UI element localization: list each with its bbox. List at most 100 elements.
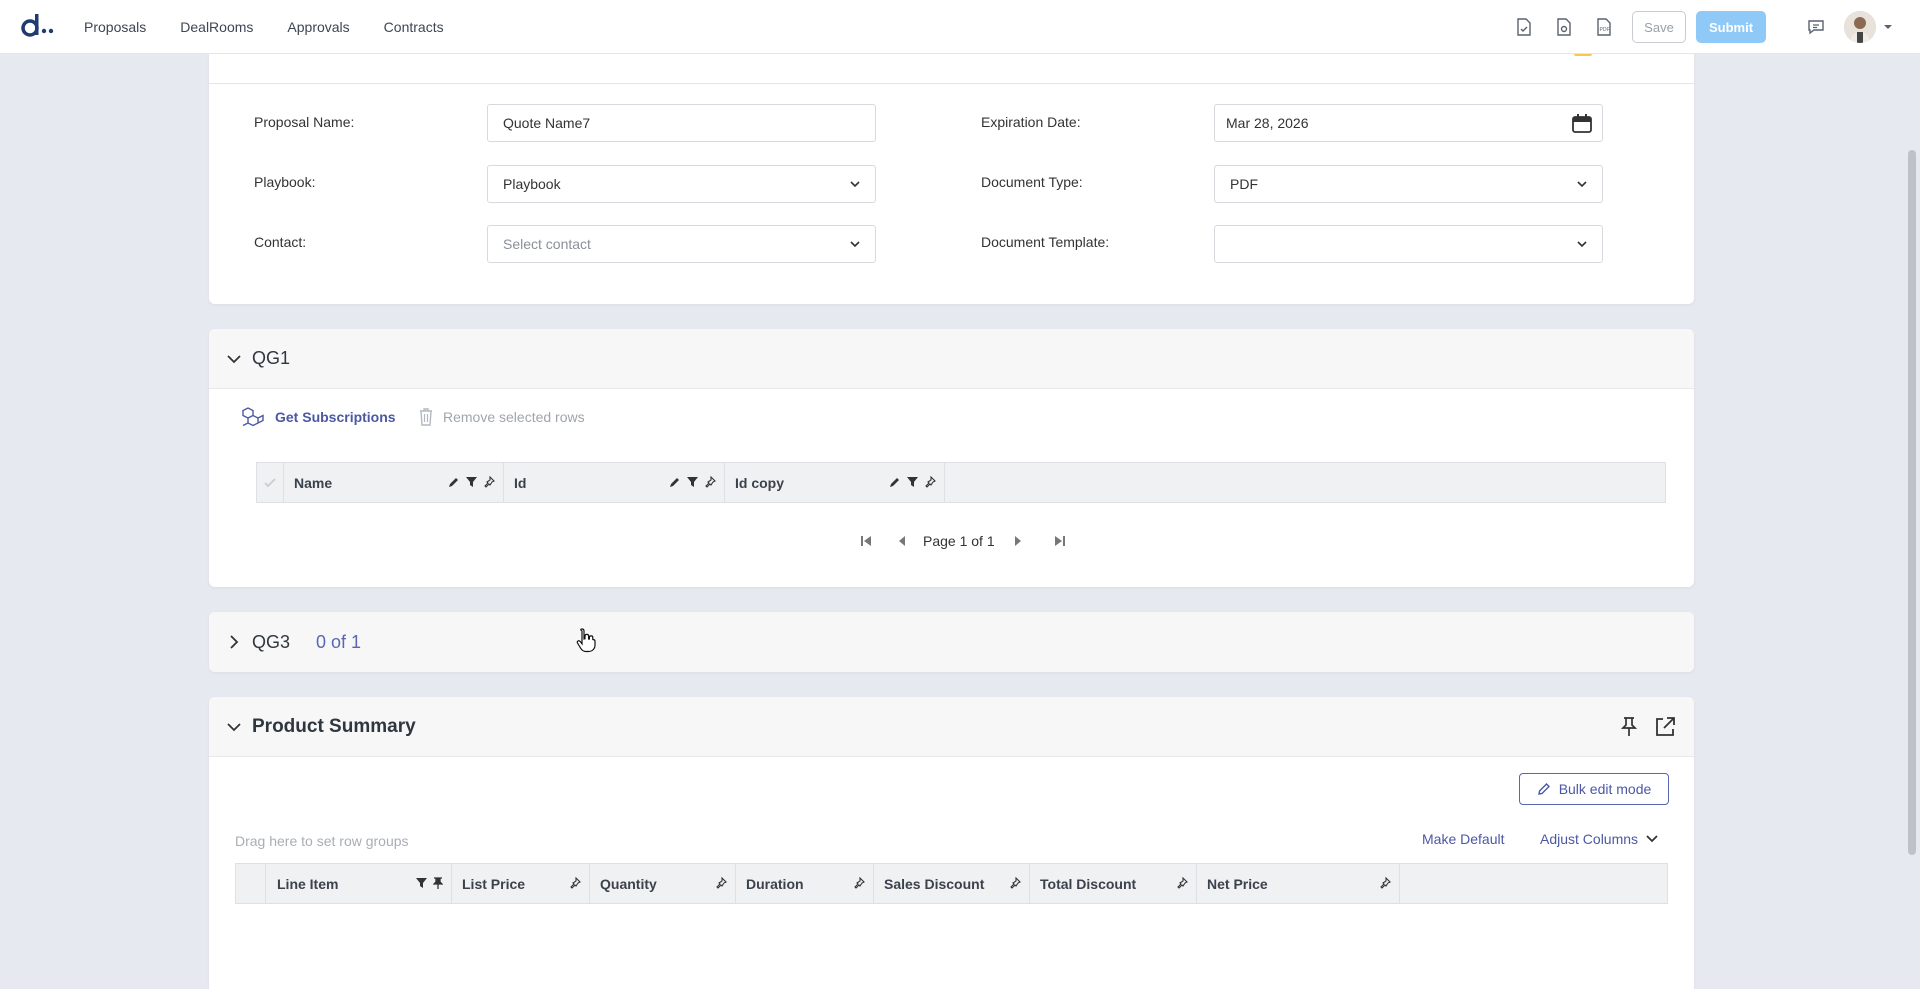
- pin-icon[interactable]: [924, 476, 936, 488]
- qg3-header[interactable]: QG3 0 of 1: [209, 612, 1694, 672]
- column-tools: [1176, 877, 1188, 889]
- previous-page-icon[interactable]: [897, 534, 907, 548]
- pin-icon[interactable]: [715, 877, 727, 889]
- pencil-icon: [1537, 783, 1550, 795]
- expiration-date-label: Expiration Date:: [981, 114, 1081, 130]
- pagination: Page 1 of 1: [859, 533, 1067, 549]
- column-header-sales-discount[interactable]: Sales Discount: [874, 864, 1030, 903]
- column-header-name[interactable]: Name: [284, 463, 504, 502]
- nav-dealrooms[interactable]: DealRooms: [180, 19, 253, 35]
- column-total-discount-label: Total Discount: [1040, 875, 1137, 892]
- pin-icon[interactable]: [1621, 717, 1637, 737]
- product-summary-header[interactable]: Product Summary: [209, 697, 1694, 757]
- qg1-header[interactable]: QG1: [209, 329, 1694, 389]
- document-template-select[interactable]: [1214, 225, 1603, 263]
- column-id-label: Id: [514, 474, 527, 491]
- nav-proposals[interactable]: Proposals: [84, 19, 146, 35]
- column-header-duration[interactable]: Duration: [736, 864, 874, 903]
- chevron-down-icon[interactable]: [1876, 7, 1900, 47]
- column-header-id[interactable]: Id: [504, 463, 725, 502]
- next-page-icon[interactable]: [1013, 534, 1023, 548]
- row-group-drop-zone[interactable]: Drag here to set row groups: [235, 833, 409, 849]
- filter-icon[interactable]: [466, 476, 477, 488]
- pin-icon[interactable]: [853, 877, 865, 889]
- pencil-icon[interactable]: [448, 476, 460, 488]
- pdf-icon[interactable]: PDF: [1584, 7, 1624, 47]
- page-indicator: Page 1 of 1: [923, 533, 995, 549]
- playbook-select[interactable]: Playbook: [487, 165, 876, 203]
- header-actions: PDF Save Submit: [1504, 0, 1900, 54]
- product-summary-grid-header: Line Item List Price Quantity Duration S…: [235, 863, 1668, 904]
- save-button[interactable]: Save: [1632, 11, 1686, 43]
- pin-icon[interactable]: [1009, 877, 1021, 889]
- pin-icon[interactable]: [1379, 877, 1391, 889]
- chevron-down-icon[interactable]: [226, 351, 242, 367]
- column-id-copy-label: Id copy: [735, 474, 785, 491]
- pin-icon[interactable]: [483, 476, 495, 488]
- contact-select[interactable]: Select contact: [487, 225, 876, 263]
- column-header-line-item[interactable]: Line Item: [266, 864, 452, 903]
- expiration-date-input[interactable]: Mar 28, 2026: [1214, 104, 1603, 142]
- column-list-price-label: List Price: [462, 875, 526, 892]
- document-type-select[interactable]: PDF: [1214, 165, 1603, 203]
- filter-icon[interactable]: [416, 877, 427, 889]
- chevron-right-icon[interactable]: [226, 634, 242, 650]
- top-navbar: Proposals DealRooms Approvals Contracts …: [0, 0, 1920, 54]
- column-tools: [889, 476, 936, 488]
- column-sales-discount-label: Sales Discount: [884, 875, 985, 892]
- product-summary-section: Product Summary Bulk edit mode Drag here…: [209, 697, 1694, 989]
- document-template-label: Document Template:: [981, 234, 1110, 250]
- get-subscriptions-button[interactable]: Get Subscriptions: [241, 407, 396, 427]
- document-type-label: Document Type:: [981, 174, 1083, 190]
- first-page-icon[interactable]: [859, 534, 873, 548]
- remove-selected-rows-label: Remove selected rows: [443, 409, 585, 425]
- proposal-name-input[interactable]: Quote Name7: [487, 104, 876, 142]
- adjust-columns-dropdown[interactable]: Adjust Columns: [1540, 831, 1658, 847]
- chevron-down-icon[interactable]: [226, 719, 242, 735]
- page-scrollbar[interactable]: [1908, 150, 1916, 855]
- bulk-edit-label: Bulk edit mode: [1558, 781, 1652, 797]
- pencil-icon[interactable]: [889, 476, 901, 488]
- expiration-date-value: Mar 28, 2026: [1226, 115, 1309, 131]
- remove-selected-rows-button[interactable]: Remove selected rows: [419, 408, 585, 426]
- contact-placeholder: Select contact: [503, 236, 591, 252]
- column-tools: [853, 877, 865, 889]
- pin-icon[interactable]: [704, 476, 716, 488]
- bulk-edit-mode-button[interactable]: Bulk edit mode: [1519, 773, 1669, 805]
- document-check-icon[interactable]: [1504, 7, 1544, 47]
- column-tools: [1009, 877, 1021, 889]
- filter-icon[interactable]: [907, 476, 918, 488]
- pin-filled-icon[interactable]: [433, 877, 443, 889]
- avatar[interactable]: [1844, 11, 1876, 43]
- calendar-icon[interactable]: [1572, 114, 1592, 133]
- column-header-list-price[interactable]: List Price: [452, 864, 590, 903]
- column-header-total-discount[interactable]: Total Discount: [1030, 864, 1197, 903]
- pin-icon[interactable]: [1176, 877, 1188, 889]
- column-header-id-copy[interactable]: Id copy: [725, 463, 945, 502]
- column-name-label: Name: [294, 474, 333, 491]
- nav-contracts[interactable]: Contracts: [384, 19, 444, 35]
- column-tools: [569, 877, 581, 889]
- proposal-name-label: Proposal Name:: [254, 114, 355, 130]
- pencil-icon[interactable]: [669, 476, 681, 488]
- nav-approvals[interactable]: Approvals: [287, 19, 349, 35]
- filter-icon[interactable]: [687, 476, 698, 488]
- app-logo[interactable]: [20, 12, 54, 40]
- column-header-quantity[interactable]: Quantity: [590, 864, 736, 903]
- column-header-net-price[interactable]: Net Price: [1197, 864, 1400, 903]
- chat-icon[interactable]: [1796, 7, 1836, 47]
- pin-icon[interactable]: [569, 877, 581, 889]
- chevron-down-icon: [1646, 835, 1658, 843]
- open-external-icon[interactable]: [1654, 716, 1676, 738]
- column-tools: [416, 877, 443, 889]
- column-tools: [1379, 877, 1391, 889]
- last-page-icon[interactable]: [1053, 534, 1067, 548]
- qg1-title: QG1: [252, 348, 291, 368]
- make-default-link[interactable]: Make Default: [1422, 831, 1504, 847]
- column-tools: [669, 476, 716, 488]
- document-settings-icon[interactable]: [1544, 7, 1584, 47]
- trash-icon: [420, 408, 432, 426]
- contact-label: Contact:: [254, 234, 307, 250]
- submit-button[interactable]: Submit: [1696, 11, 1766, 43]
- select-all-checkbox[interactable]: [257, 463, 284, 502]
